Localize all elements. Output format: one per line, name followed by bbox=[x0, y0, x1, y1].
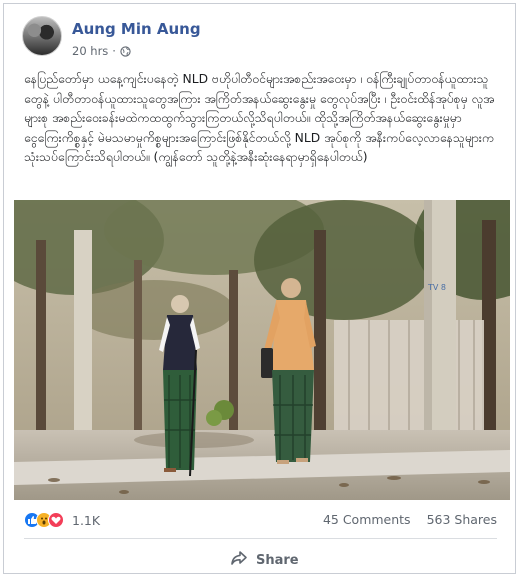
photo-scene: TV 8 bbox=[14, 200, 510, 500]
share-button[interactable]: Share bbox=[230, 548, 299, 572]
post-timestamp[interactable]: 20 hrs bbox=[72, 44, 108, 58]
post-stats: 45 Comments 563 Shares bbox=[323, 512, 497, 527]
post-meta: 20 hrs · bbox=[72, 44, 131, 58]
author-name[interactable]: Aung Min Aung bbox=[72, 20, 201, 38]
action-divider bbox=[24, 538, 497, 539]
love-reaction-icon bbox=[48, 512, 64, 528]
reaction-icons bbox=[24, 512, 64, 528]
shares-count[interactable]: 563 Shares bbox=[427, 512, 497, 527]
post-header: Aung Min Aung 20 hrs · bbox=[22, 16, 502, 64]
facebook-post-card: Aung Min Aung 20 hrs · နေပြည်တော်မှာ ယနေ… bbox=[3, 3, 516, 574]
avatar[interactable] bbox=[22, 16, 62, 56]
comments-count[interactable]: 45 Comments bbox=[323, 512, 411, 527]
pole-sign-text: TV 8 bbox=[427, 283, 446, 292]
reaction-count[interactable]: 1.1K bbox=[72, 513, 100, 528]
post-text: နေပြည်တော်မှာ ယနေ့ကျင်းပနေတဲ့ NLD ဗဟိုပါ… bbox=[24, 72, 498, 164]
share-icon bbox=[230, 550, 248, 570]
meta-separator: · bbox=[112, 44, 116, 58]
reactions-summary[interactable]: 1.1K bbox=[24, 512, 100, 528]
globe-icon[interactable] bbox=[120, 45, 131, 57]
share-label: Share bbox=[256, 552, 299, 568]
post-photo[interactable]: TV 8 bbox=[14, 200, 510, 500]
